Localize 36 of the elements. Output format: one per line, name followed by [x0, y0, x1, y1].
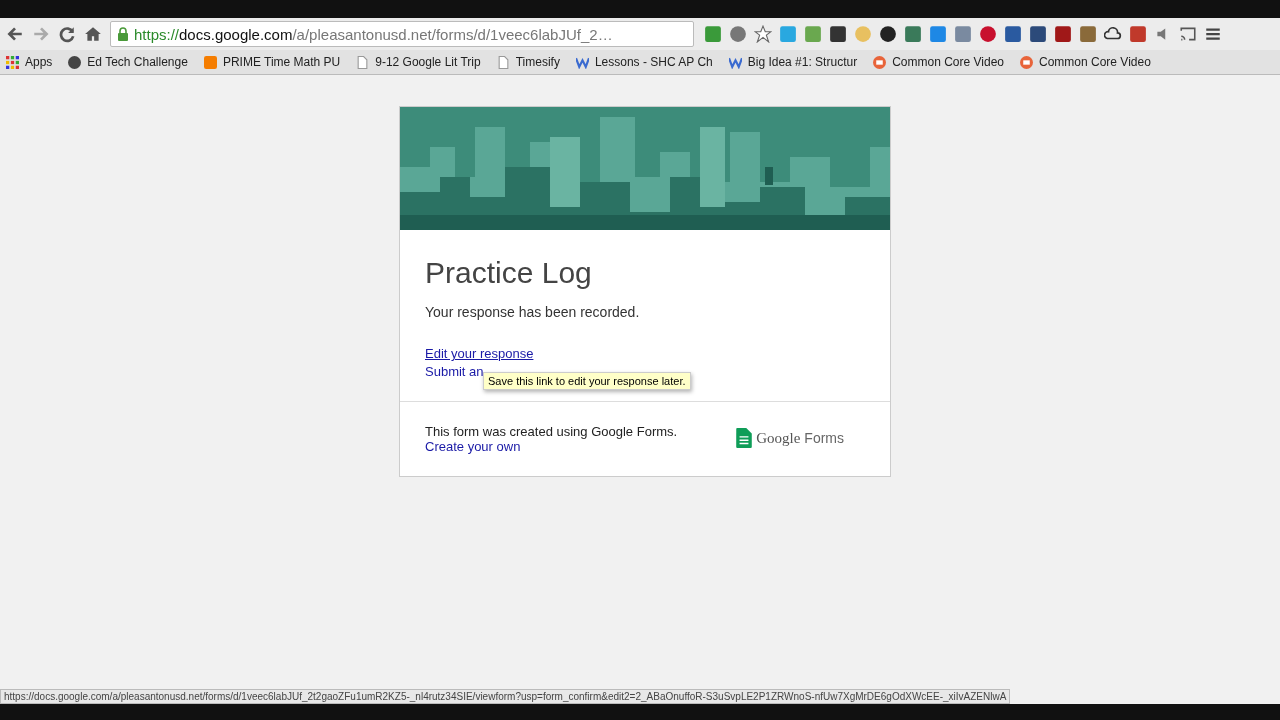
bookmark-item[interactable]: 9-12 Google Lit Trip	[356, 55, 481, 69]
page-icon	[496, 55, 510, 69]
w-logo-icon	[728, 55, 742, 69]
bookmark-item[interactable]: PRIME Time Math PU	[203, 55, 341, 69]
bookmark-item[interactable]: Common Core Video	[873, 55, 1004, 69]
confirmation-message: Your response has been recorded.	[425, 304, 641, 320]
back-icon[interactable]	[6, 25, 24, 43]
reload-icon[interactable]	[58, 25, 76, 43]
bookmark-item[interactable]: Apps	[6, 55, 53, 69]
bookmark-star-icon[interactable]	[754, 25, 772, 43]
forms-logo-icon	[736, 428, 753, 448]
bookmark-item[interactable]: Timesify	[496, 55, 560, 69]
submit-another-link[interactable]: Submit an	[425, 364, 484, 379]
lock-icon	[117, 27, 129, 41]
apps-grid-icon	[6, 55, 19, 69]
w-logo-icon	[575, 55, 589, 69]
brand-product: Forms	[804, 430, 844, 446]
cast-icon[interactable]	[1179, 25, 1197, 43]
bookmark-item[interactable]: Common Core Video	[1020, 55, 1151, 69]
film-icon	[873, 55, 887, 69]
url-text: https://docs.google.com/a/pleasantonusd.net/forms/d/1veec6labJUf_2…	[134, 25, 613, 43]
tooltip: Save this link to edit your response later.	[483, 372, 691, 390]
bookmark-item[interactable]: Big Idea #1: Structur	[728, 55, 858, 69]
menu-icon[interactable]	[1204, 25, 1222, 43]
page-icon	[356, 55, 370, 69]
brand-name: Google	[756, 429, 801, 447]
create-form-link[interactable]: Create your own	[425, 439, 678, 454]
status-bar: https://docs.google.com/a/pleasantonusd.net/forms/d/1veec6labJUf_2t2gaoZFu1umR2KZ5-_nl4rutz34SIE/viewform?usp=form_confirm&edit2=2_ABaOnuffoR-S3uSvpLE2P1ZRWnoS-nfUw7XgMrDE6gOdXWcEE-_xiIvAZENlwA	[0, 689, 1011, 704]
address-bar[interactable]: https://docs.google.com/a/pleasantonusd.net/forms/d/1veec6labJUf_2…	[110, 21, 694, 47]
edit-response-link[interactable]: Edit your response	[425, 346, 534, 361]
form-title: Practice Log	[425, 256, 593, 290]
film-icon	[1020, 55, 1033, 69]
bookmark-item[interactable]: Lessons - SHC AP Ch	[575, 55, 713, 69]
footer-text: This form was created using Google Forms.	[425, 424, 678, 439]
bookmark-item[interactable]: Ed Tech Challenge	[68, 55, 188, 69]
home-icon[interactable]	[84, 25, 102, 43]
